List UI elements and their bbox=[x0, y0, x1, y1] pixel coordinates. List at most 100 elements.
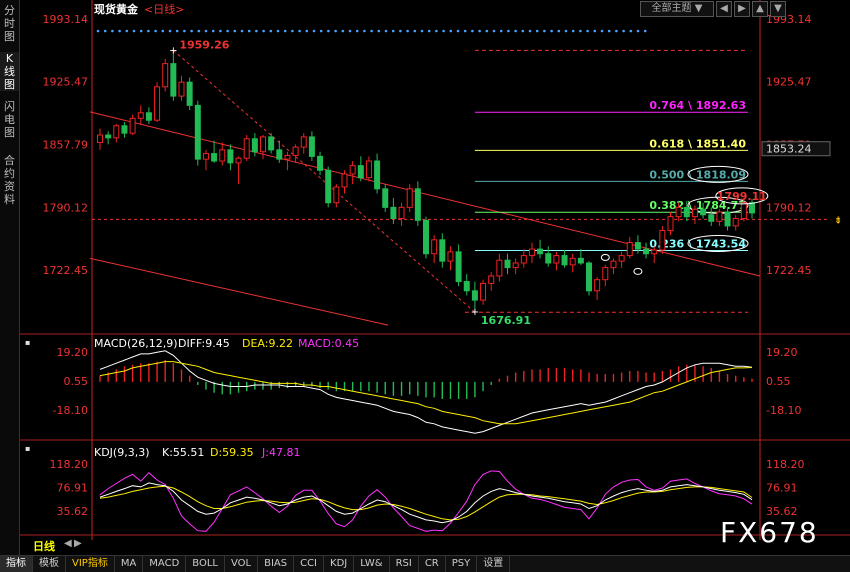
signal-dot bbox=[240, 29, 244, 33]
zoom-out-button[interactable]: ▼ bbox=[770, 1, 786, 17]
indicator-tab-7[interactable]: BIAS bbox=[258, 556, 295, 572]
sidebar-tab-char: 线 bbox=[4, 65, 15, 78]
price-tick-left: 1790.12 bbox=[43, 201, 89, 214]
candle-body bbox=[333, 186, 340, 204]
indicator-tab-8[interactable]: CCI bbox=[294, 556, 325, 572]
theme-select[interactable]: 全部主题 ▼ bbox=[640, 1, 714, 17]
signal-dot bbox=[593, 29, 597, 33]
zoom-in-button[interactable]: ▲ bbox=[752, 1, 768, 17]
candle-body bbox=[659, 230, 666, 251]
scroll-right-button[interactable]: ▶ bbox=[734, 1, 750, 17]
candle bbox=[586, 261, 592, 296]
panel-marker-icon: ▪ bbox=[25, 338, 30, 347]
candle-body bbox=[643, 248, 650, 255]
marker-ellipse bbox=[600, 253, 610, 261]
time-axis-label: 2021/03 bbox=[363, 539, 408, 540]
signal-dot bbox=[427, 29, 431, 33]
indicator-tab-3[interactable]: MA bbox=[115, 556, 144, 572]
chevron-down-icon: ▼ bbox=[694, 3, 703, 14]
kdj-k-line bbox=[99, 482, 753, 524]
signal-dot bbox=[399, 29, 402, 33]
candle bbox=[382, 184, 389, 212]
signal-dot bbox=[226, 29, 229, 33]
candle bbox=[357, 156, 364, 182]
sidebar-tab-char: 资 bbox=[4, 180, 15, 193]
indicator-tab-0[interactable]: 指标 bbox=[0, 556, 33, 572]
signal-dot bbox=[197, 29, 201, 33]
indicator-tab-13[interactable]: PSY bbox=[446, 556, 478, 572]
macd-label: MACD(26,12,9) bbox=[94, 337, 178, 350]
sidebar-tab-3[interactable]: 合约资料 bbox=[0, 154, 19, 206]
sidebar-tab-0[interactable]: 分时图 bbox=[0, 4, 19, 43]
macd-tick-left: 19.20 bbox=[57, 346, 89, 359]
high-price-label: 1959.26 bbox=[179, 38, 229, 51]
candle-body bbox=[121, 125, 128, 134]
candle-body bbox=[553, 255, 560, 264]
time-axis-label: 2021/02 bbox=[250, 539, 295, 540]
indicator-tab-10[interactable]: LW& bbox=[354, 556, 390, 572]
signal-dot bbox=[550, 29, 553, 33]
candle-body bbox=[194, 104, 201, 160]
candle bbox=[243, 135, 250, 162]
candle-body bbox=[667, 216, 674, 232]
indicator-tab-5[interactable]: BOLL bbox=[186, 556, 225, 572]
signal-dot bbox=[499, 29, 503, 33]
candle-body bbox=[365, 160, 372, 179]
signal-dot bbox=[471, 29, 474, 33]
price-tick-left: 1857.79 bbox=[43, 139, 89, 152]
candle bbox=[553, 251, 560, 271]
nav-prev-icon[interactable]: ◀ bbox=[64, 538, 72, 549]
signal-dot bbox=[607, 29, 611, 33]
candle-body bbox=[545, 253, 552, 264]
candle-body bbox=[740, 202, 747, 219]
signal-dot bbox=[629, 29, 633, 33]
indicator-tab-12[interactable]: CR bbox=[419, 556, 446, 572]
sidebar-tab-char: 约 bbox=[4, 167, 15, 180]
signal-dot bbox=[528, 29, 532, 33]
signal-dot bbox=[334, 29, 337, 33]
signal-dot bbox=[463, 29, 467, 33]
indicator-tab-11[interactable]: RSI bbox=[390, 556, 419, 572]
sidebar-tab-2[interactable]: 闪电图 bbox=[0, 100, 19, 139]
candle-body bbox=[577, 257, 584, 264]
signal-dot bbox=[305, 29, 309, 33]
sidebar-tab-1[interactable]: K线图 bbox=[0, 52, 19, 91]
price-chart[interactable]: 现货黄金 <日线>1993.14 1993.141925.47 1925.471857… bbox=[20, 0, 850, 540]
indicator-tab-2[interactable]: VIP指标 bbox=[66, 556, 115, 572]
indicator-tab-9[interactable]: KDJ bbox=[324, 556, 355, 572]
scroll-left-button[interactable]: ◀ bbox=[716, 1, 732, 17]
candle-body bbox=[683, 206, 690, 218]
candle-body bbox=[186, 81, 193, 106]
period-label[interactable]: 日线 bbox=[33, 538, 55, 554]
price-tick-right: 1722.45 bbox=[766, 264, 812, 277]
macd-tick-right: 19.20 bbox=[766, 346, 798, 359]
sidebar-tab-char: 图 bbox=[4, 126, 15, 139]
macd-tick-right: 0.55 bbox=[766, 375, 791, 388]
indicator-tab-14[interactable]: 设置 bbox=[477, 556, 511, 572]
signal-dot bbox=[643, 29, 647, 33]
candle bbox=[569, 253, 576, 273]
candle-body bbox=[390, 206, 397, 219]
candle bbox=[602, 264, 609, 287]
candle-body bbox=[626, 242, 633, 257]
signal-dot bbox=[507, 29, 510, 33]
signal-dot bbox=[355, 29, 359, 33]
candle bbox=[537, 239, 544, 259]
indicator-tab-1[interactable]: 模板 bbox=[33, 556, 66, 572]
indicator-tab-4[interactable]: MACD bbox=[143, 556, 187, 572]
indicator-tab-6[interactable]: VOL bbox=[225, 556, 259, 572]
candle bbox=[545, 246, 552, 267]
candle bbox=[300, 133, 307, 154]
candle-body bbox=[227, 149, 234, 164]
nav-next-icon[interactable]: ▶ bbox=[74, 538, 82, 549]
candle-body bbox=[211, 153, 218, 162]
candle-body bbox=[716, 211, 723, 222]
chart-period: <日线> bbox=[144, 2, 184, 16]
candle-body bbox=[512, 262, 519, 269]
candle bbox=[194, 100, 201, 166]
candle bbox=[292, 144, 299, 163]
candle bbox=[105, 131, 112, 145]
candle-body bbox=[325, 169, 332, 204]
candle-body bbox=[129, 117, 136, 134]
signal-dot bbox=[276, 29, 280, 33]
